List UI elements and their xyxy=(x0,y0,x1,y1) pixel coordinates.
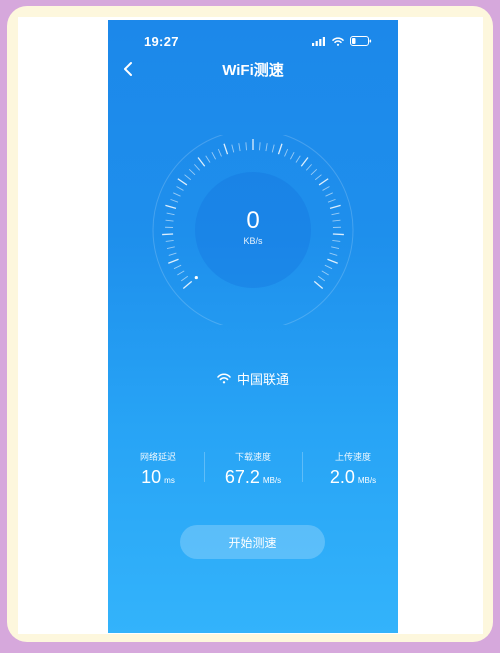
gauge-tick xyxy=(184,174,192,181)
battery-icon xyxy=(350,36,372,46)
download-unit: MB/s xyxy=(262,476,282,485)
download-label: 下载速度 xyxy=(234,452,271,462)
stat-divider xyxy=(204,452,205,482)
upload-unit: MB/s xyxy=(357,476,377,485)
gauge-tick xyxy=(331,246,340,249)
gauge-tick xyxy=(322,186,330,191)
gauge-tick xyxy=(314,174,322,181)
gauge-tick xyxy=(173,192,181,197)
gauge-tick xyxy=(305,164,312,171)
gauge-tick xyxy=(259,142,261,151)
gauge-tick xyxy=(284,148,289,157)
gauge-tick xyxy=(188,169,196,176)
page-title: WiFi测速 xyxy=(222,62,284,79)
gauge-tick xyxy=(271,144,275,153)
network-indicator: 中国联通 xyxy=(108,369,398,388)
gauge-tick xyxy=(197,157,206,167)
latency-value: 10 xyxy=(141,467,162,487)
gauge-tick xyxy=(313,280,324,289)
current-speed-unit: KB/s xyxy=(243,236,263,246)
status-icons xyxy=(312,36,372,46)
network-name: 中国联通 xyxy=(236,372,289,387)
gauge-tick xyxy=(182,280,193,289)
upload-label: 上传速度 xyxy=(334,452,371,462)
gauge-tick xyxy=(300,157,309,167)
gauge-tick xyxy=(180,275,189,282)
wifi-icon xyxy=(217,373,231,384)
latency-label: 网络延迟 xyxy=(139,452,176,462)
status-bar: 19:27 xyxy=(108,34,398,50)
gauge-tick xyxy=(177,178,188,186)
phone-screen: 19:27 WiFi测速 0 KB/s 中国联通 网络延迟 10 ms 下载速度… xyxy=(108,20,398,633)
gauge-tick xyxy=(177,270,185,276)
gauge-tick xyxy=(168,258,179,264)
gauge-tick xyxy=(289,151,295,160)
gauge-tick xyxy=(245,142,247,151)
gauge-tick xyxy=(317,275,326,282)
latency-stat: 网络延迟 10 ms xyxy=(118,450,198,488)
gauge-tick xyxy=(327,258,338,264)
gauge-tick xyxy=(277,143,283,155)
start-test-button[interactable]: 开始测速 xyxy=(180,525,325,559)
latency-unit: ms xyxy=(164,476,175,485)
gauge-tick xyxy=(176,186,184,191)
status-time: 19:27 xyxy=(144,34,179,49)
gauge-tick xyxy=(205,155,211,163)
download-value: 67.2 xyxy=(224,467,260,487)
navigation-bar: WiFi测速 xyxy=(108,58,398,80)
gauge-tick xyxy=(324,264,333,270)
upload-stat: 上传速度 2.0 MB/s xyxy=(308,450,398,488)
gauge-tick xyxy=(166,246,175,249)
gauge-tick xyxy=(238,143,241,152)
gauge-pointer-dot xyxy=(194,275,198,280)
gauge-tick xyxy=(318,178,329,186)
download-stat: 下载速度 67.2 MB/s xyxy=(208,450,298,488)
current-speed-value: 0 xyxy=(246,207,260,234)
stat-divider xyxy=(302,452,303,482)
gauge-tick xyxy=(231,144,235,153)
gauge-tick xyxy=(295,155,301,163)
gauge-tick xyxy=(217,148,222,157)
gauge-tick xyxy=(310,169,318,176)
wifi-status-icon xyxy=(332,36,344,46)
upload-value: 2.0 xyxy=(329,467,355,487)
gauge-tick xyxy=(223,143,229,155)
gauge-tick xyxy=(168,252,177,256)
gauge-tick xyxy=(325,192,333,197)
gauge-tick xyxy=(265,143,268,152)
gauge-tick xyxy=(173,264,182,270)
gauge-tick xyxy=(321,270,329,276)
cellular-signal-icon xyxy=(312,36,325,46)
gauge-tick xyxy=(327,198,336,203)
gauge-tick xyxy=(329,252,338,256)
stats-row: 网络延迟 10 ms 下载速度 67.2 MB/s 上传速度 2.0 MB/s xyxy=(108,450,398,490)
gauge-tick xyxy=(170,198,179,203)
gauge-tick xyxy=(194,164,201,171)
gauge-tick xyxy=(211,151,217,160)
